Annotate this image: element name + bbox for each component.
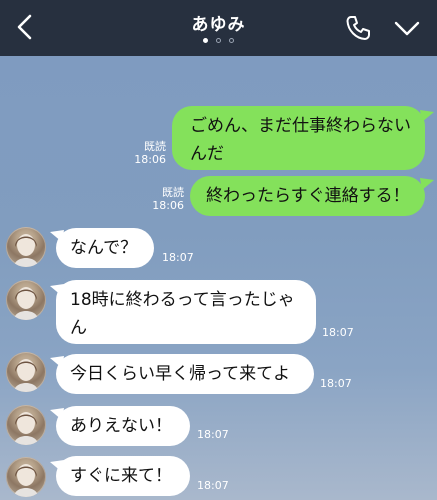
bubble-tail <box>420 178 434 190</box>
sent-message-bubble[interactable]: 終わったらすぐ連絡する！ <box>190 176 425 216</box>
message-text-line: 18時に終わるって言ったじゃ <box>70 290 295 310</box>
message-text: ありえない！ <box>70 416 172 436</box>
bubble-tail <box>420 110 434 122</box>
message-text: 今日くらい早く帰って来てよ <box>70 364 291 384</box>
received-message-bubble[interactable]: 今日くらい早く帰って来てよ <box>56 354 314 394</box>
received-message-bubble[interactable]: ありえない！ <box>56 406 190 446</box>
message-status: 既読 18:06 <box>130 140 166 166</box>
message-status: 既読 18:06 <box>148 186 184 212</box>
read-label: 既読 <box>162 186 184 199</box>
contact-avatar[interactable] <box>6 457 46 497</box>
contact-avatar[interactable] <box>6 227 46 267</box>
message-time: 18:07 <box>320 377 352 390</box>
message-time: 18:07 <box>197 479 229 492</box>
page-dot-active <box>203 38 208 43</box>
received-message-bubble[interactable]: 18時に終わるって言ったじゃ ん <box>56 280 316 344</box>
message-text: すぐに来て！ <box>70 466 172 486</box>
chevron-down-icon[interactable] <box>393 16 421 40</box>
page-dot <box>229 38 234 43</box>
message-text: 終わったらすぐ連絡する！ <box>206 186 410 206</box>
message-text: なんで？ <box>70 238 138 258</box>
message-text-line: ごめん、まだ仕事終わらない <box>190 116 411 136</box>
contact-avatar[interactable] <box>6 280 46 320</box>
contact-avatar[interactable] <box>6 352 46 392</box>
received-message-bubble[interactable]: すぐに来て！ <box>56 456 190 496</box>
chat-area[interactable]: 既読 18:06 ごめん、まだ仕事終わらない んだ 既読 18:06 終わったら… <box>0 56 437 500</box>
chat-header: あゆみ <box>0 0 437 56</box>
message-time: 18:06 <box>134 153 166 166</box>
read-label: 既読 <box>144 140 166 153</box>
message-text-line: ん <box>70 318 87 338</box>
phone-icon[interactable] <box>344 14 372 42</box>
message-text-line: んだ <box>190 144 224 164</box>
message-time: 18:07 <box>322 326 354 339</box>
message-time: 18:07 <box>197 428 229 441</box>
sent-message-bubble[interactable]: ごめん、まだ仕事終わらない んだ <box>172 106 425 170</box>
message-time: 18:07 <box>162 251 194 264</box>
received-message-bubble[interactable]: なんで？ <box>56 228 154 268</box>
contact-avatar[interactable] <box>6 405 46 445</box>
message-time: 18:06 <box>152 199 184 212</box>
page-dot <box>216 38 221 43</box>
